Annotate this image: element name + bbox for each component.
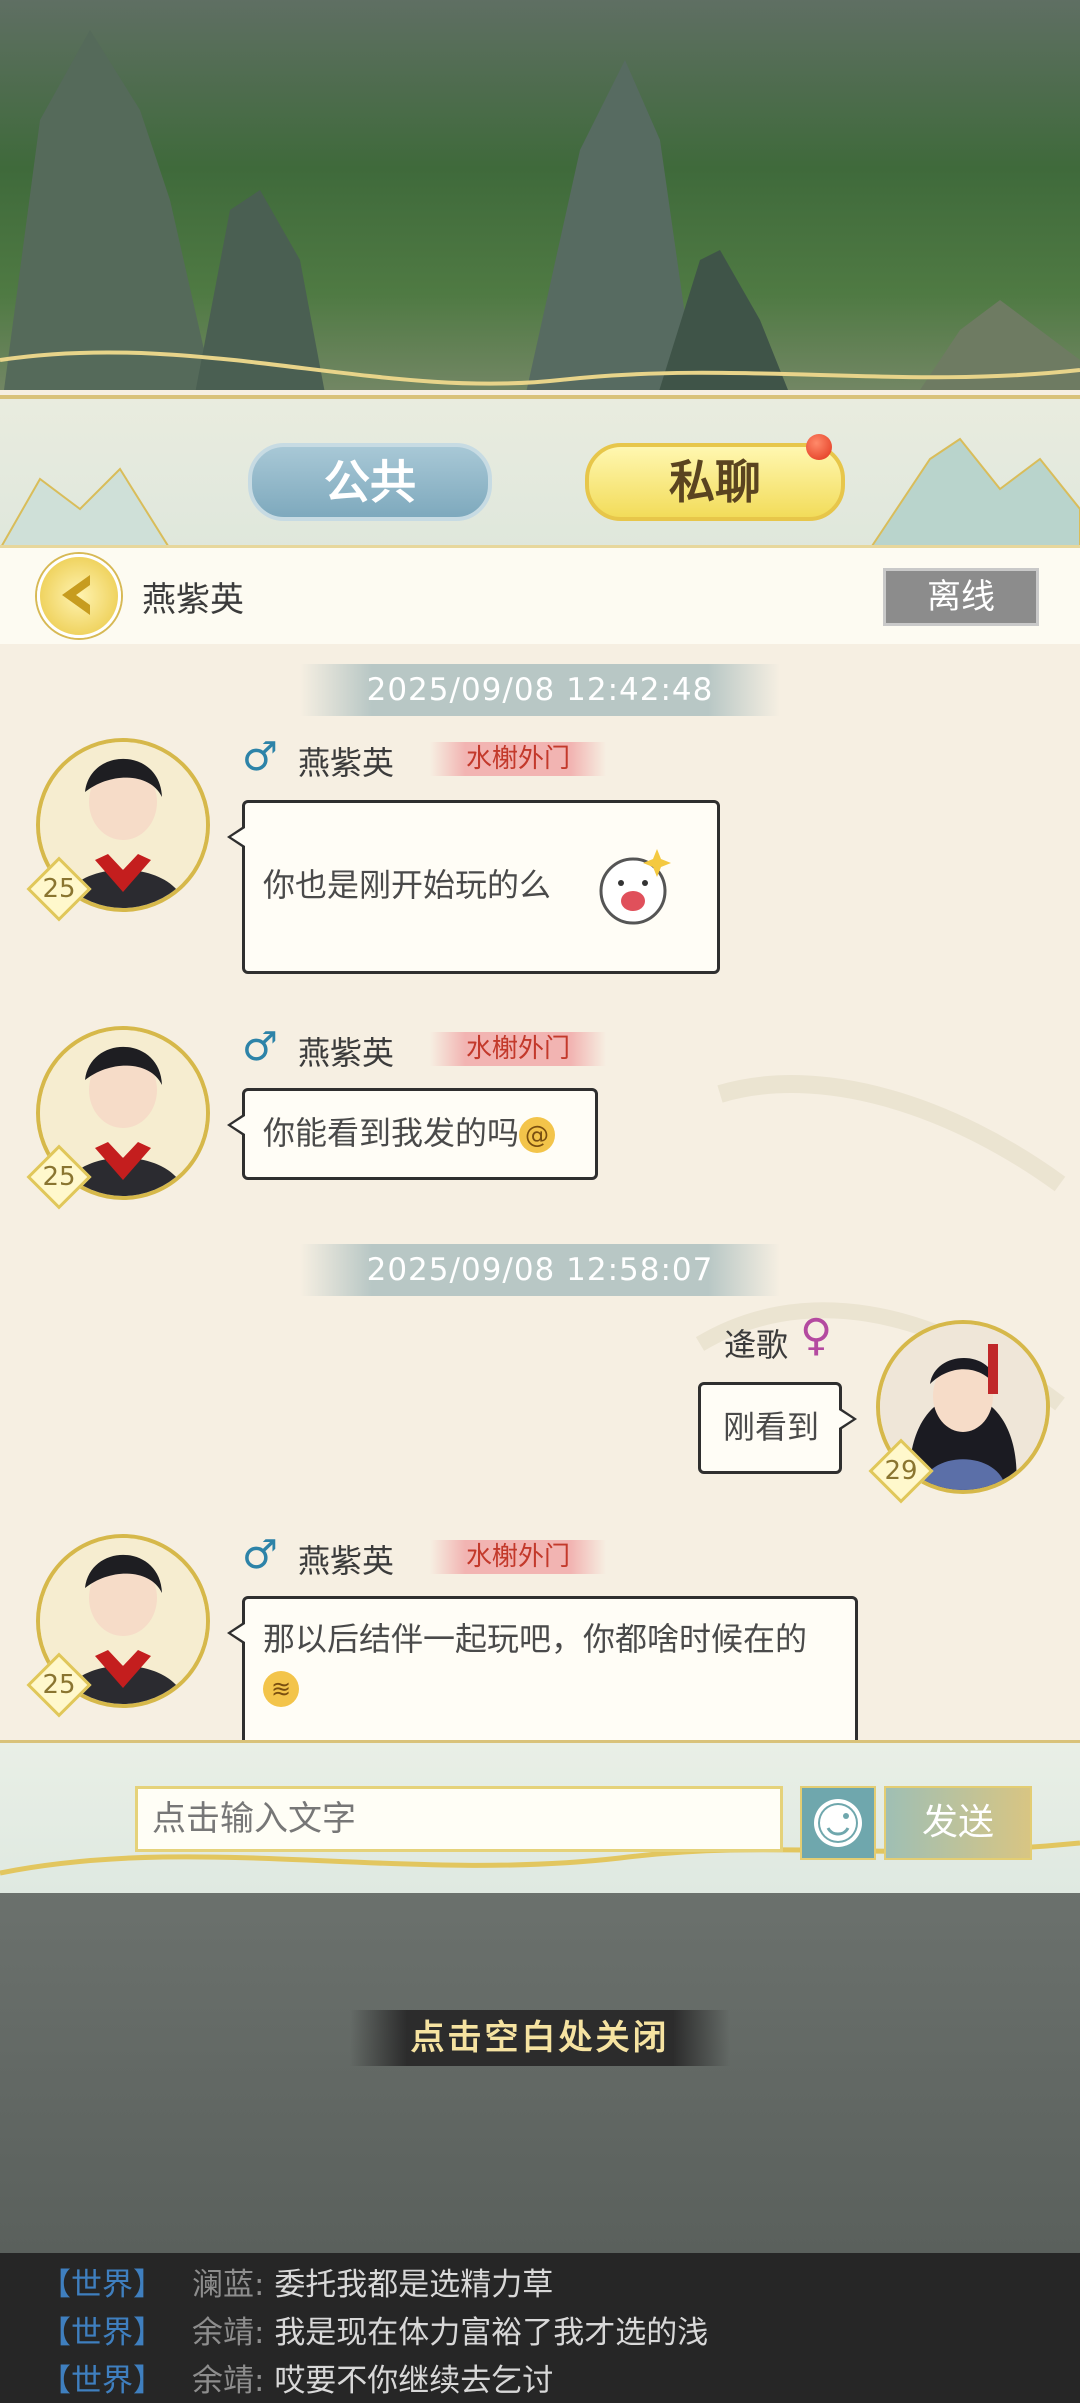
timestamp: 2025/09/08 12:58:07 bbox=[300, 1244, 780, 1296]
sect-tag: 水榭外门 bbox=[430, 742, 606, 776]
male-icon: ♂ bbox=[242, 1532, 278, 1578]
back-button[interactable] bbox=[37, 554, 121, 638]
message-text: 你能看到我发的吗 bbox=[263, 1114, 520, 1152]
background-scenery bbox=[0, 0, 1080, 420]
message-input[interactable]: 点击输入文字 bbox=[135, 1786, 783, 1852]
tab-bar bbox=[0, 395, 1080, 549]
message-bubble[interactable]: 你能看到我发的吗 @ bbox=[227, 1088, 598, 1180]
world-chat-line: 【世界】 澜蓝: 委托我都是选精力草 bbox=[40, 2267, 554, 2303]
contact-name: 燕紫英 bbox=[142, 580, 244, 620]
male-icon: ♂ bbox=[242, 734, 278, 780]
message-text: 那以后结伴一起玩吧，你都啥时候在的 bbox=[263, 1620, 808, 1658]
tab-private[interactable]: 私聊 bbox=[585, 443, 845, 521]
sect-tag: 水榭外门 bbox=[430, 1032, 606, 1066]
dimmed-background[interactable] bbox=[0, 1890, 1080, 2255]
notification-dot bbox=[806, 434, 832, 460]
smiling-sticker-icon bbox=[599, 849, 671, 925]
smiley-icon bbox=[814, 1799, 862, 1847]
chevron-left-icon bbox=[62, 575, 90, 615]
sect-tag: 水榭外门 bbox=[430, 1540, 606, 1574]
timestamp: 2025/09/08 12:42:48 bbox=[300, 664, 780, 716]
sender-name: 燕紫英 bbox=[298, 1034, 395, 1072]
status-badge: 离线 bbox=[883, 568, 1039, 626]
send-button[interactable]: 发送 bbox=[884, 1786, 1032, 1860]
world-chat-line: 【世界】 余靖: 哎要不你继续去乞讨 bbox=[40, 2363, 554, 2399]
dizzy-emoji-icon: @ bbox=[519, 1117, 556, 1153]
message-bubble[interactable]: 你也是刚开始玩的么 bbox=[227, 800, 720, 974]
world-chat-line: 【世界】 余靖: 我是现在体力富裕了我才选的浅 bbox=[40, 2315, 709, 2351]
message-bubble[interactable]: 刚看到 bbox=[698, 1382, 857, 1474]
sender-name: 逄歌 bbox=[724, 1326, 789, 1364]
emoji-button[interactable] bbox=[800, 1786, 876, 1860]
close-hint: 点击空白处关闭 bbox=[350, 2010, 730, 2066]
world-chat-ticker[interactable]: 【世界】 澜蓝: 委托我都是选精力草 【世界】 余靖: 我是现在体力富裕了我才选的浅… bbox=[0, 2253, 1080, 2403]
grin-emoji-icon: ≋ bbox=[263, 1671, 299, 1707]
message-text: 你也是刚开始玩的么 bbox=[263, 866, 552, 904]
message-text: 刚看到 bbox=[723, 1408, 820, 1446]
sender-name: 燕紫英 bbox=[298, 744, 395, 782]
sender-name: 燕紫英 bbox=[298, 1542, 395, 1580]
message-bubble[interactable]: 那以后结伴一起玩吧，你都啥时候在的 ≋ bbox=[227, 1596, 858, 1740]
female-icon: ♀ bbox=[800, 1310, 833, 1361]
message-list[interactable]: 2025/09/08 12:42:48 25 ♂ 燕紫英 水榭外门 你也是刚开始… bbox=[0, 644, 1080, 1740]
tab-public[interactable]: 公共 bbox=[248, 443, 492, 521]
male-icon: ♂ bbox=[242, 1024, 278, 1070]
